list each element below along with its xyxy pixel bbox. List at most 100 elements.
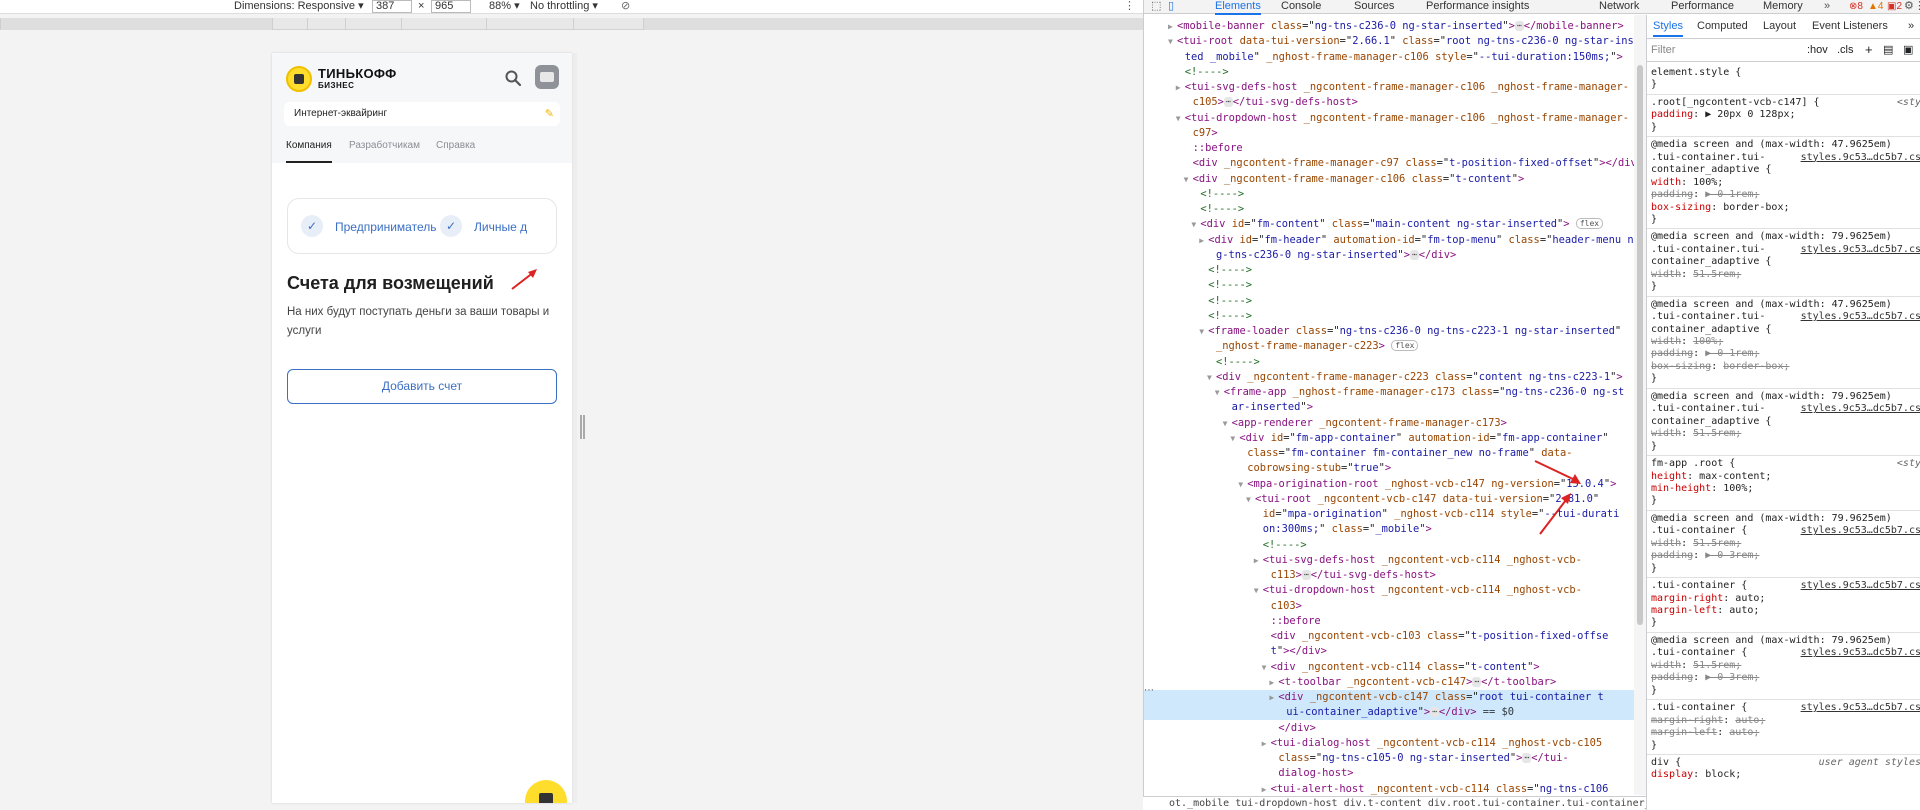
throttling-dropdown[interactable]: No throttling ▾	[530, 0, 598, 13]
style-rule-line[interactable]: box-sizing: border-box;	[1647, 202, 1920, 215]
style-rule-line[interactable]: }	[1647, 563, 1920, 576]
dom-node-line[interactable]: ▼ <frame-app _nghost-frame-manager-c173 c…	[1144, 385, 1647, 400]
dom-node-line[interactable]: ▼ <div id="fm-app-container" automation-i…	[1144, 431, 1647, 446]
dom-node-line[interactable]: ▶ <mobile-banner class="ng-tns-c236-0 ng-…	[1144, 19, 1647, 34]
style-rule-line[interactable]: }	[1647, 122, 1920, 135]
zoom-dropdown[interactable]: 88% ▾	[489, 0, 520, 13]
pin-icon[interactable]: ✎	[545, 107, 554, 121]
chat-button[interactable]	[525, 780, 567, 803]
cls-toggle[interactable]: .cls	[1837, 44, 1854, 56]
style-rule-line[interactable]: width: 100%;	[1647, 336, 1920, 349]
style-rule-line[interactable]: box-sizing: border-box;	[1647, 361, 1920, 374]
dom-node-line[interactable]: ted _mobile" _nghost-frame-manager-c106 …	[1144, 50, 1647, 65]
dom-node-line[interactable]: <!---->	[1144, 187, 1647, 202]
dom-node-line[interactable]: ▶ <t-toolbar _ngcontent-vcb-c147> ⋯ </t-too…	[1144, 675, 1647, 690]
style-rule-line[interactable]: width: 51.5rem;	[1647, 538, 1920, 551]
stylesheet-source-link[interactable]: user agent styles	[1815, 756, 1920, 770]
dom-node-line[interactable]: <!---->	[1144, 294, 1647, 309]
tab-memory[interactable]: Memory	[1763, 0, 1803, 13]
expand-triangle-icon[interactable]: ▼	[1262, 660, 1271, 675]
style-rule-line[interactable]: .root[_ngcontent-vcb-c147] {<sty	[1647, 96, 1920, 110]
more-options-icon[interactable]: ⋮	[1124, 0, 1135, 13]
tab-layout[interactable]: Layout	[1763, 20, 1796, 32]
stylesheet-source-link[interactable]: <sty	[1893, 458, 1920, 471]
dom-node-line[interactable]: ::before	[1144, 141, 1647, 156]
stylesheet-source-link[interactable]: styles.9c53…dc5b7.cs	[1797, 311, 1920, 324]
tab-help[interactable]: Справка	[436, 139, 475, 163]
expand-triangle-icon[interactable]: ▼	[1223, 416, 1232, 431]
style-rule-line[interactable]: }	[1647, 617, 1920, 630]
computed-sidebar-icon[interactable]: ▣	[1903, 43, 1913, 56]
tinkoff-logo-icon[interactable]	[286, 66, 312, 92]
style-rule-line[interactable]: @media screen and (max-width: 47.9625em)	[1647, 299, 1920, 312]
settings-gear-icon[interactable]: ⚙	[1904, 0, 1914, 13]
tab-styles[interactable]: Styles	[1653, 20, 1683, 37]
warning-badge[interactable]: ▲4	[1866, 1, 1885, 12]
style-rule-line[interactable]: container_adaptive {	[1647, 164, 1920, 177]
dom-tree-scroll-thumb[interactable]	[1637, 65, 1643, 625]
inspect-element-icon[interactable]: ⬚	[1151, 0, 1161, 13]
style-rule-line[interactable]: .tui-container.tui-styles.9c53…dc5b7.cs	[1647, 151, 1920, 165]
style-rule-line[interactable]: margin-left: auto;	[1647, 727, 1920, 740]
dom-node-line[interactable]: ▶ <tui-svg-defs-host _ngcontent-frame-man…	[1144, 80, 1647, 95]
tab-network[interactable]: Network	[1599, 0, 1639, 13]
style-rule-line[interactable]: }	[1647, 373, 1920, 386]
style-rule-line[interactable]: padding: ▶ 0 3rem;	[1647, 550, 1920, 563]
dom-node-line[interactable]: ::before	[1144, 614, 1647, 629]
dom-node-line[interactable]: c105> ⋯ </tui-svg-defs-host>	[1144, 95, 1647, 110]
dom-node-line[interactable]: ▼ <tui-dropdown-host _ngcontent-vcb-c114 …	[1144, 583, 1647, 598]
dom-node-line[interactable]: <!---->	[1144, 538, 1647, 553]
dom-node-line[interactable]: ▼ <frame-loader class="ng-tns-c236-0 ng-t…	[1144, 324, 1647, 339]
stylesheet-source-link[interactable]: styles.9c53…dc5b7.cs	[1797, 647, 1920, 661]
dom-tree-scrollbar[interactable]	[1634, 15, 1646, 795]
new-rule-icon[interactable]: +	[1865, 42, 1873, 57]
style-rule-line[interactable]: padding: ▶ 0 1rem;	[1647, 189, 1920, 202]
style-rule-line[interactable]: padding: ▶ 20px 0 128px;	[1647, 109, 1920, 122]
tab-event-listeners[interactable]: Event Listeners	[1812, 20, 1888, 32]
dom-node-line[interactable]: ▶ <div _ngcontent-vcb-c147 class="root tu…	[1144, 690, 1647, 706]
dom-node-line[interactable]: t"></div>	[1144, 644, 1647, 659]
more-panes-icon[interactable]: »	[1908, 20, 1914, 32]
style-rule-line[interactable]: min-height: 100%;	[1647, 483, 1920, 496]
tab-console[interactable]: Console	[1281, 0, 1321, 13]
width-input[interactable]: 387	[372, 0, 412, 13]
style-rule-line[interactable]: .tui-container {styles.9c53…dc5b7.cs	[1647, 580, 1920, 593]
account-icon[interactable]	[535, 65, 559, 89]
style-rule-line[interactable]: padding: ▶ 0 1rem;	[1647, 348, 1920, 361]
dom-node-line[interactable]: g-tns-c236-0 ng-star-inserted"> ⋯ </div>	[1144, 248, 1647, 263]
dom-node-line[interactable]: c103>	[1144, 599, 1647, 614]
style-rule-line[interactable]: @media screen and (max-width: 47.9625em)	[1647, 139, 1920, 152]
breadcrumb-path[interactable]: ot._mobile tui-dropdown-host div.t-conte…	[1143, 798, 1646, 809]
expand-triangle-icon[interactable]: ▼	[1184, 172, 1193, 187]
tab-performance-insights[interactable]: Performance insights	[1426, 0, 1529, 13]
expand-triangle-icon[interactable]: ▼	[1254, 583, 1263, 598]
dom-node-line[interactable]: <!---->	[1144, 202, 1647, 217]
hov-toggle[interactable]: :hov	[1807, 44, 1828, 56]
expand-triangle-icon[interactable]: ▼	[1238, 477, 1247, 492]
expand-triangle-icon[interactable]: ▼	[1168, 34, 1177, 49]
expand-triangle-icon[interactable]: ▶	[1262, 736, 1271, 751]
product-select[interactable]: Интернет-эквайринг ✎	[284, 102, 560, 126]
dom-node-line[interactable]: class="ng-tns-c105-0 ng-star-inserted"> ⋯…	[1144, 751, 1647, 766]
height-input[interactable]: 965	[431, 0, 471, 13]
style-rule-line[interactable]: div {user agent styles	[1647, 756, 1920, 770]
style-rule-line[interactable]: margin-right: auto;	[1647, 715, 1920, 728]
stylesheet-source-link[interactable]: styles.9c53…dc5b7.cs	[1797, 403, 1920, 417]
tab-company[interactable]: Компания	[286, 139, 332, 163]
dom-node-line[interactable]: <!---->	[1144, 65, 1647, 80]
style-rule-line[interactable]: container_adaptive {	[1647, 256, 1920, 269]
expand-triangle-icon[interactable]: ▼	[1199, 324, 1208, 339]
style-rule-line[interactable]: height: max-content;	[1647, 471, 1920, 484]
device-scrollbar[interactable]	[573, 53, 577, 803]
dom-node-line[interactable]: ▼ <tui-dropdown-host _ngcontent-frame-man…	[1144, 111, 1647, 126]
dom-node-line[interactable]: c113> ⋯ </tui-svg-defs-host>	[1144, 568, 1647, 583]
dom-node-line[interactable]: ▶ <div id="fm-header" automation-id="fm-t…	[1144, 233, 1647, 248]
style-rule-line[interactable]: }	[1647, 740, 1920, 753]
dom-node-line[interactable]: dialog-host>	[1144, 766, 1647, 781]
stylesheet-source-link[interactable]: <sty	[1893, 96, 1920, 110]
style-rule-line[interactable]: }	[1647, 441, 1920, 454]
device-toggle-icon[interactable]: ▯	[1168, 0, 1174, 13]
style-rule-line[interactable]: }	[1647, 685, 1920, 698]
style-rule-line[interactable]: .tui-container.tui-styles.9c53…dc5b7.cs	[1647, 243, 1920, 257]
expand-triangle-icon[interactable]: ▶	[1254, 553, 1263, 568]
